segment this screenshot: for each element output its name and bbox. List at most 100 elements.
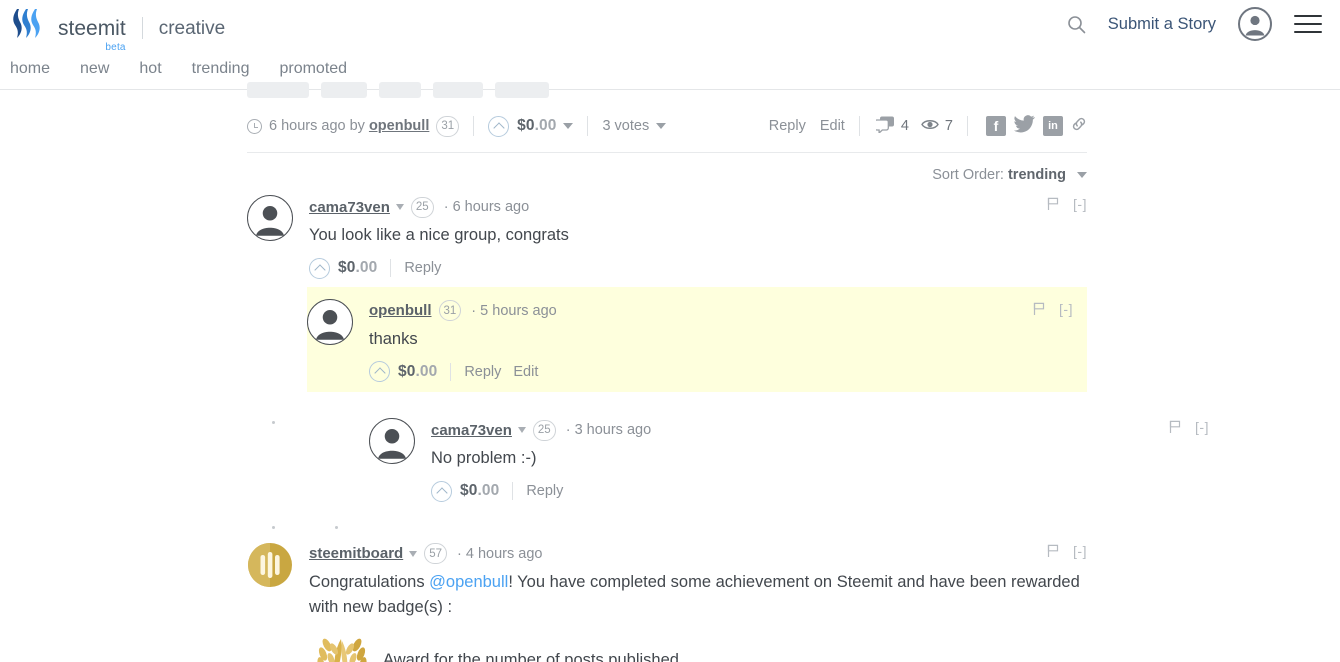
payout-dollars: $0 (338, 259, 356, 277)
category-label[interactable]: creative (159, 19, 226, 41)
divider (473, 116, 475, 136)
comment-body: cama73ven 25 6 hours ago You look like a… (309, 195, 1087, 279)
flag-icon[interactable] (1047, 544, 1059, 558)
comment-author-link[interactable]: cama73ven (431, 422, 512, 439)
comment-author-reputation: 57 (424, 543, 447, 565)
author-chevron-down-icon[interactable] (517, 427, 526, 434)
divider (967, 116, 968, 136)
post-meta-bar: 6 hours ago by openbull 31 $0.00 3 votes… (247, 114, 1087, 138)
collapse-toggle[interactable]: [-] (1059, 301, 1073, 317)
comment-body: openbull 31 5 hours ago thanks $0.00 Rep… (369, 299, 1087, 383)
comment-edit-button[interactable]: Edit (513, 364, 538, 380)
collapse-toggle[interactable]: [-] (1073, 196, 1087, 212)
comment-author-reputation: 31 (438, 300, 462, 322)
post-tags (247, 82, 1340, 98)
comment-tools: [-] (1169, 419, 1209, 435)
share-buttons: f in (986, 115, 1087, 137)
tag-pill[interactable] (247, 82, 309, 98)
comment-timestamp[interactable]: 3 hours ago (566, 422, 652, 438)
post-author-link[interactable]: openbull (369, 118, 429, 134)
brand-name[interactable]: steemit beta (58, 18, 126, 53)
subnav-item-home[interactable]: home (10, 60, 50, 78)
laurel-wreath-badge-icon (309, 633, 383, 662)
divider (390, 259, 392, 278)
tag-pill[interactable] (495, 82, 549, 98)
upvote-icon[interactable] (431, 480, 452, 502)
collapse-toggle[interactable]: [-] (1073, 543, 1087, 559)
tag-pill[interactable] (433, 82, 483, 98)
subnav-item-hot[interactable]: hot (139, 60, 161, 78)
user-avatar-icon[interactable] (247, 195, 309, 241)
post-payout[interactable]: $0.00 (517, 117, 556, 135)
votes-chevron-down-icon[interactable] (656, 123, 667, 129)
user-avatar-icon[interactable] (369, 418, 431, 465)
user-avatar-icon[interactable] (1238, 7, 1272, 41)
search-icon[interactable] (1067, 15, 1086, 34)
payout-cents: .00 (534, 117, 557, 134)
sort-order-control[interactable]: Sort Order: trending (247, 167, 1087, 183)
comment-header: steemitboard 57 4 hours ago (309, 543, 1087, 565)
subnav-item-new[interactable]: new (80, 60, 109, 78)
comment-payout[interactable]: $0.00 (398, 363, 437, 381)
post-time: 6 hours ago by (269, 118, 365, 134)
post-edit-button[interactable]: Edit (820, 118, 845, 134)
subnav-item-trending[interactable]: trending (192, 60, 250, 78)
comment-reply-button[interactable]: Reply (526, 483, 563, 499)
mention-link[interactable]: @openbull (429, 573, 508, 591)
comment-count-group[interactable]: 4 (873, 116, 909, 137)
comment-item-highlighted: [-] openbull 31 5 hours ago thanks $0.00 (307, 286, 1087, 393)
comment-author-link[interactable]: openbull (369, 302, 432, 319)
comment-tools: [-] (1033, 301, 1073, 317)
submit-story-link[interactable]: Submit a Story (1108, 15, 1216, 34)
author-chevron-down-icon[interactable] (395, 204, 404, 210)
upvote-icon[interactable] (309, 257, 330, 279)
sort-order-value: trending (1007, 167, 1066, 183)
comment-author-link[interactable]: steemitboard (309, 545, 403, 562)
link-chain-icon[interactable] (1071, 116, 1087, 136)
comment-payout[interactable]: $0.00 (460, 482, 499, 500)
hamburger-menu-icon[interactable] (1294, 15, 1322, 33)
payout-chevron-down-icon[interactable] (563, 123, 574, 129)
user-avatar-icon[interactable] (307, 298, 369, 345)
comment-timestamp[interactable]: 4 hours ago (457, 546, 543, 562)
tag-pill[interactable] (321, 82, 367, 98)
comment-reply-button[interactable]: Reply (464, 364, 501, 380)
comment-author-reputation: 25 (410, 196, 434, 218)
beta-label: beta (105, 42, 126, 53)
tag-pill[interactable] (379, 82, 421, 98)
divider (858, 116, 860, 136)
comment-tools: [-] (1047, 543, 1087, 559)
collapse-toggle[interactable]: [-] (1195, 419, 1209, 435)
comment-body: cama73ven 25 3 hours ago No problem :-) … (431, 418, 1087, 502)
vote-count[interactable]: 3 votes (602, 118, 649, 134)
flag-icon[interactable] (1033, 302, 1045, 316)
post-reply-button[interactable]: Reply (769, 118, 806, 134)
subnav-item-promoted[interactable]: promoted (279, 60, 347, 78)
author-chevron-down-icon[interactable] (409, 550, 418, 557)
comment-body: steemitboard 57 4 hours ago Congratulati… (309, 542, 1087, 662)
flag-icon[interactable] (1047, 197, 1059, 211)
comment-timestamp[interactable]: 5 hours ago (471, 303, 557, 319)
sort-chevron-down-icon[interactable] (1077, 172, 1087, 179)
flag-icon[interactable] (1169, 420, 1181, 434)
payout-cents: .00 (477, 482, 500, 500)
meta-divider (247, 152, 1087, 153)
brand-divider (141, 17, 143, 39)
facebook-icon[interactable]: f (986, 116, 1006, 136)
payout-dollars: $0 (398, 362, 416, 380)
comment-reply-button[interactable]: Reply (404, 260, 441, 276)
steemit-logo-icon[interactable] (10, 7, 58, 41)
divider (587, 116, 589, 136)
steemitboard-coin-icon[interactable] (247, 541, 309, 588)
comment-bubble-icon (873, 116, 895, 137)
comment-author-link[interactable]: cama73ven (309, 199, 390, 216)
upvote-icon[interactable] (488, 115, 510, 137)
clock-icon (247, 118, 262, 134)
upvote-icon[interactable] (369, 361, 390, 383)
linkedin-icon[interactable]: in (1043, 116, 1063, 136)
comment-actions: $0.00 Reply (309, 257, 1087, 279)
twitter-icon[interactable] (1014, 115, 1035, 137)
comment-payout[interactable]: $0.00 (338, 259, 377, 277)
comment-timestamp[interactable]: 6 hours ago (444, 199, 530, 215)
comment-item: [-] cama73ven 25 6 hours ago You look li… (247, 183, 1087, 279)
